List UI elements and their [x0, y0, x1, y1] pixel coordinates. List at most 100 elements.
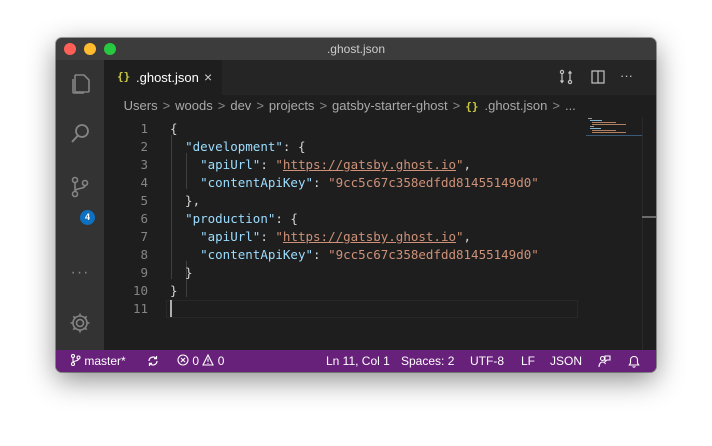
more-icon[interactable]: ··· — [68, 264, 92, 282]
json-string[interactable]: https://gatsby.ghost.io — [283, 229, 456, 244]
json-punctuation: , — [463, 157, 472, 172]
error-count: 0 — [192, 354, 200, 368]
json-punctuation: , — [463, 229, 472, 244]
code-editor[interactable]: 1{2 "development": {3 "apiUrl": "https:/… — [104, 117, 656, 350]
json-key: "development" — [185, 139, 283, 154]
line-number: 6 — [140, 211, 148, 226]
code-line[interactable]: 3 "apiUrl": "https://gatsby.ghost.io", — [104, 156, 656, 174]
settings-gear-icon[interactable] — [68, 311, 92, 335]
editor-window: .ghost.json 4 ··· {} .ghost.json × ··· U… — [56, 38, 656, 372]
line-number: 2 — [140, 139, 148, 154]
breadcrumb-item[interactable]: dev — [230, 95, 251, 117]
explorer-icon[interactable] — [68, 72, 92, 96]
json-punctuation — [170, 211, 185, 226]
breadcrumb-item[interactable]: projects — [269, 95, 315, 117]
json-punctuation: { — [170, 121, 178, 136]
json-punctuation: }, — [170, 193, 201, 208]
json-punctuation — [170, 157, 200, 172]
code-line[interactable]: 11 — [104, 300, 656, 318]
code-text: "contentApiKey": "9cc5c67c358edfdd814551… — [170, 246, 539, 264]
json-punctuation — [170, 229, 200, 244]
json-braces-icon: {} — [117, 70, 131, 83]
encoding[interactable]: UTF-8 — [470, 350, 504, 372]
json-punctuation: : — [313, 175, 329, 190]
code-line[interactable]: 10} — [104, 282, 656, 300]
tab-label: .ghost.json — [136, 70, 199, 85]
breadcrumb-file[interactable]: .ghost.json — [484, 95, 547, 117]
close-window-button[interactable] — [64, 43, 76, 55]
json-punctuation: } — [170, 265, 193, 280]
breadcrumb-item[interactable]: woods — [175, 95, 213, 117]
language-mode[interactable]: JSON — [550, 350, 582, 372]
json-braces-icon: {} — [465, 100, 479, 113]
title-bar: .ghost.json — [56, 38, 656, 60]
code-line[interactable]: 9 } — [104, 264, 656, 282]
warning-icon — [202, 353, 215, 366]
line-number: 7 — [140, 229, 148, 244]
breadcrumb: Users > woods > dev > projects > gatsby-starter-… — [104, 95, 656, 117]
maximize-window-button[interactable] — [104, 43, 116, 55]
line-number: 3 — [140, 157, 148, 172]
line-number: 8 — [140, 247, 148, 262]
json-string: " — [275, 229, 283, 244]
code-line[interactable]: 5 }, — [104, 192, 656, 210]
breadcrumb-separator: > — [256, 98, 264, 113]
problems-indicator[interactable]: 0 0 — [177, 350, 224, 372]
scrollbar-position-marker — [642, 216, 656, 218]
breadcrumb-item[interactable]: Users — [124, 95, 158, 117]
breadcrumb-separator: > — [217, 98, 226, 113]
warning-count: 0 — [217, 354, 225, 368]
minimap[interactable] — [586, 117, 642, 137]
json-punctuation — [170, 247, 200, 262]
branch-indicator[interactable]: master* — [70, 350, 126, 372]
code-text: } — [170, 264, 193, 282]
split-editor-icon[interactable] — [590, 69, 606, 85]
json-punctuation — [170, 139, 185, 154]
status-bar: master* 0 0 Ln 11, Col 1 Spaces: 2 UTF-8… — [56, 350, 656, 372]
cursor-position[interactable]: Ln 11, Col 1 — [326, 350, 390, 372]
code-text: "apiUrl": "https://gatsby.ghost.io", — [170, 228, 471, 246]
code-text: "apiUrl": "https://gatsby.ghost.io", — [170, 156, 471, 174]
end-of-line[interactable]: LF — [521, 350, 535, 372]
code-line[interactable]: 7 "apiUrl": "https://gatsby.ghost.io", — [104, 228, 656, 246]
json-string: "9cc5c67c358edfdd81455149d0" — [328, 175, 539, 190]
line-number: 11 — [132, 301, 148, 316]
sync-icon[interactable] — [147, 355, 159, 367]
code-line[interactable]: 8 "contentApiKey": "9cc5c67c358edfdd8145… — [104, 246, 656, 264]
branch-name: master* — [84, 354, 126, 368]
code-line[interactable]: 2 "development": { — [104, 138, 656, 156]
bell-icon[interactable] — [628, 355, 640, 368]
code-text: "development": { — [170, 138, 305, 156]
line-number: 4 — [140, 175, 148, 190]
json-string: "9cc5c67c358edfdd81455149d0" — [328, 247, 539, 262]
breadcrumb-item[interactable]: gatsby-starter-ghost — [332, 95, 448, 117]
more-actions-icon[interactable]: ··· — [620, 68, 633, 83]
tab-bar: {} .ghost.json × ··· — [104, 60, 656, 95]
source-control-icon[interactable] — [68, 175, 92, 199]
json-punctuation: : — [313, 247, 329, 262]
feedback-icon[interactable] — [598, 355, 611, 368]
json-string: " — [275, 157, 283, 172]
open-changes-icon[interactable] — [558, 69, 574, 85]
json-punctuation — [170, 175, 200, 190]
code-text: } — [170, 282, 178, 300]
json-string[interactable]: https://gatsby.ghost.io — [283, 157, 456, 172]
minimize-window-button[interactable] — [84, 43, 96, 55]
branch-icon — [70, 353, 81, 367]
code-line[interactable]: 6 "production": { — [104, 210, 656, 228]
scm-badge: 4 — [80, 210, 95, 225]
search-icon[interactable] — [68, 122, 92, 146]
code-line[interactable]: 4 "contentApiKey": "9cc5c67c358edfdd8145… — [104, 174, 656, 192]
close-tab-icon[interactable]: × — [204, 69, 212, 85]
breadcrumb-more[interactable]: ... — [565, 95, 576, 117]
text-cursor — [170, 300, 172, 317]
vertical-scrollbar[interactable] — [642, 117, 656, 350]
code-line[interactable]: 1{ — [104, 120, 656, 138]
error-icon — [177, 354, 189, 366]
json-punctuation: : { — [275, 211, 298, 226]
tab-ghost-json[interactable]: {} .ghost.json × — [104, 60, 222, 95]
json-key: "apiUrl" — [200, 229, 261, 244]
code-text: { — [170, 120, 178, 138]
json-key: "contentApiKey" — [200, 175, 313, 190]
indentation[interactable]: Spaces: 2 — [401, 350, 454, 372]
